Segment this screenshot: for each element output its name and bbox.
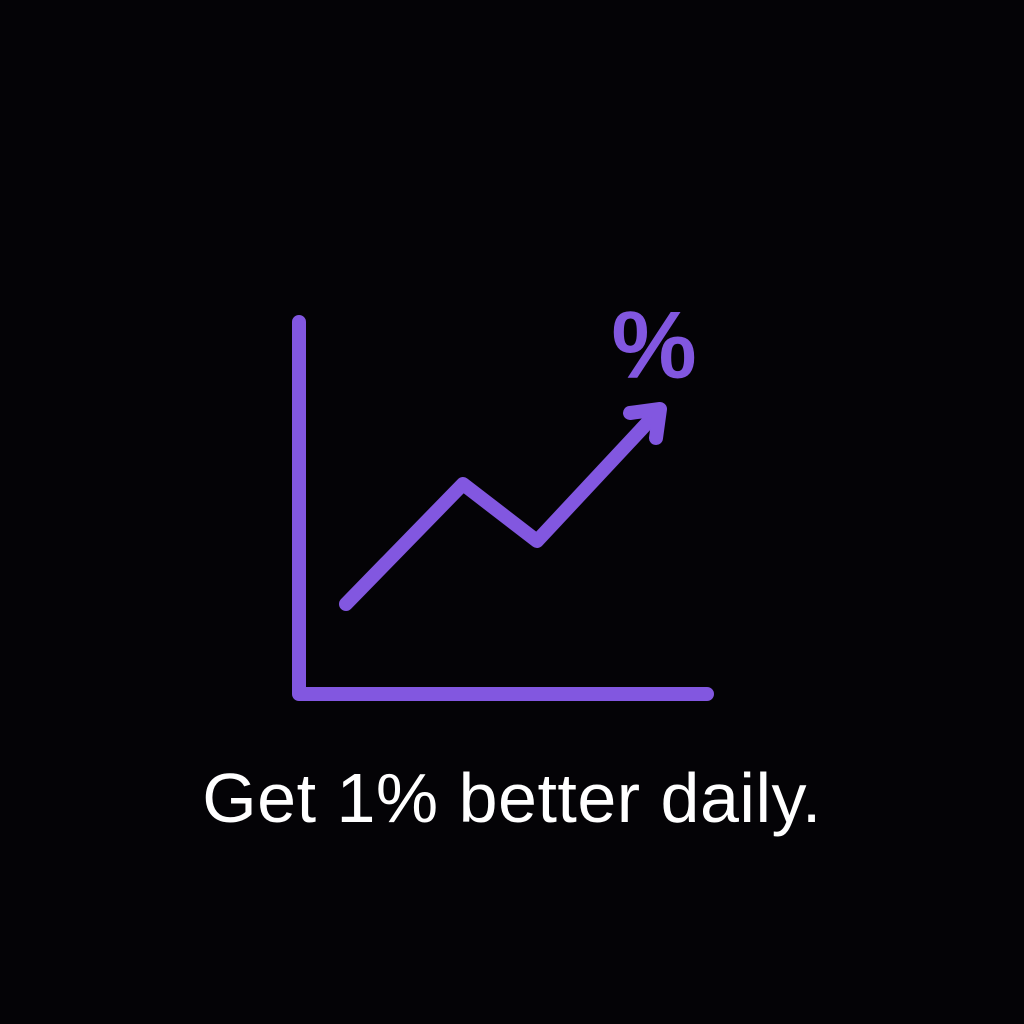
growth-chart-percent-icon: %: [292, 292, 714, 701]
percent-sign: %: [611, 292, 696, 399]
trend-line: [339, 413, 657, 611]
tagline: Get 1% better daily.: [202, 759, 822, 837]
splash-screen: % Get 1% better daily.: [0, 0, 1024, 1024]
